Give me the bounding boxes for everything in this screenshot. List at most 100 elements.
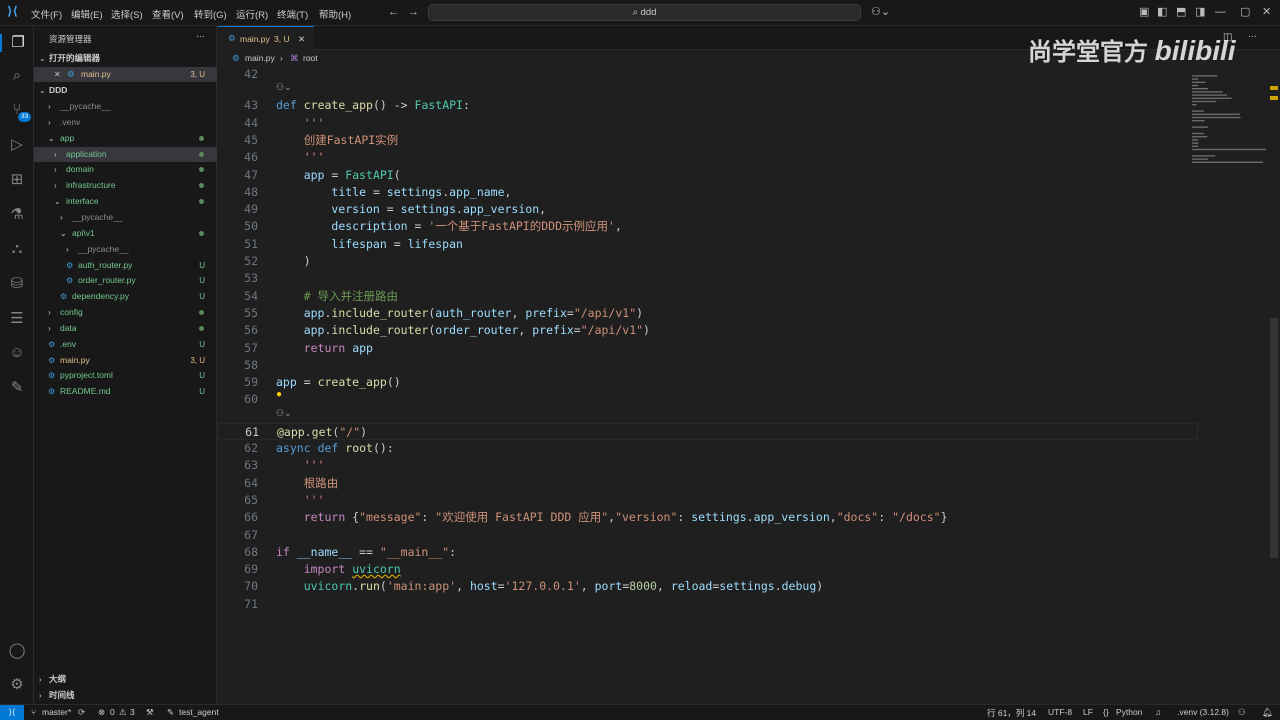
code-line[interactable]: 44 ''' bbox=[218, 115, 1198, 132]
file-item[interactable]: ⚙ order_router.py U bbox=[34, 273, 217, 288]
copilot-icon[interactable]: ⚇⌄ bbox=[871, 6, 890, 18]
code-line[interactable]: 66 return {"message": "欢迎使用 FastAPI DDD … bbox=[218, 509, 1198, 526]
code-line[interactable]: 46 ''' bbox=[218, 149, 1198, 166]
timeline-section[interactable]: › 时间线 bbox=[34, 688, 217, 703]
code-line[interactable]: 58 bbox=[218, 357, 1198, 374]
code-line[interactable]: 57 return app bbox=[218, 340, 1198, 357]
folder-item[interactable]: › __pycache__ bbox=[34, 242, 217, 257]
code-line[interactable]: 54 # 导入并注册路由 bbox=[218, 288, 1198, 305]
menu-run[interactable]: 运行(R) bbox=[236, 7, 268, 21]
minimap[interactable] bbox=[1188, 66, 1268, 206]
code-line[interactable]: 48 title = settings.app_name, bbox=[218, 184, 1198, 201]
code-line[interactable]: 53 bbox=[218, 270, 1198, 287]
agent-name[interactable]: test_agent bbox=[179, 707, 219, 717]
folder-item[interactable]: › application bbox=[34, 146, 217, 162]
code-line[interactable]: 62 async def root(): bbox=[218, 440, 1198, 457]
eol[interactable]: LF bbox=[1083, 707, 1093, 717]
code-line[interactable]: 69 import uvicorn bbox=[218, 561, 1198, 578]
open-editor-item[interactable]: ✕ ⚙ main.py 3, U bbox=[34, 67, 217, 82]
folder-item[interactable]: ⌄ interface bbox=[34, 194, 217, 209]
more-actions-icon[interactable]: ⋯ bbox=[196, 31, 205, 42]
forward-arrow-icon[interactable]: → bbox=[408, 6, 419, 18]
code-line[interactable]: 63 ''' bbox=[218, 457, 1198, 474]
code-line[interactable]: 71 bbox=[218, 596, 1198, 613]
settings-gear-icon[interactable]: ⚙ bbox=[0, 676, 34, 694]
sync-icon[interactable]: ⟳ bbox=[78, 707, 85, 718]
menu-file[interactable]: 文件(F) bbox=[31, 7, 62, 21]
folder-item[interactable]: › __pycache__ bbox=[34, 210, 217, 225]
notifications-icon[interactable]: 🔔︎ bbox=[1262, 707, 1273, 718]
code-line[interactable]: 45 创建FastAPI实例 bbox=[218, 132, 1198, 149]
file-item[interactable]: ⚙ dependency.py U bbox=[34, 289, 217, 304]
breadcrumb-file[interactable]: main.py bbox=[245, 50, 275, 66]
close-icon[interactable]: ✕ bbox=[298, 34, 305, 45]
cursor-position[interactable]: 行 61，列 14 bbox=[987, 707, 1036, 719]
file-item[interactable]: ⚙ .env U bbox=[34, 337, 217, 352]
copilot-lens-icon[interactable]: ⚇⌄ bbox=[276, 82, 292, 93]
testing-icon[interactable]: ⚗ bbox=[0, 206, 34, 224]
folder-item[interactable]: › __pycache__ bbox=[34, 99, 217, 114]
toggle-secondary-sidebar-icon[interactable]: ◨ bbox=[1195, 6, 1205, 18]
maximize-icon[interactable]: ▢ bbox=[1240, 6, 1250, 18]
folder-item[interactable]: ⌄ app bbox=[34, 131, 217, 146]
run-debug-icon[interactable]: ▷ bbox=[0, 136, 34, 154]
encoding[interactable]: UTF-8 bbox=[1048, 707, 1072, 717]
search-view-icon[interactable]: ⌕ bbox=[0, 67, 34, 85]
python-icon[interactable]: ✎ bbox=[0, 379, 34, 397]
code-line[interactable]: 52 ) bbox=[218, 253, 1198, 270]
code-line[interactable]: 61 @app.get("/") bbox=[218, 422, 1198, 440]
code-line[interactable]: 70 uvicorn.run('main:app', host='127.0.0… bbox=[218, 578, 1198, 595]
toggle-sidebar-icon[interactable]: ◧ bbox=[1157, 6, 1167, 18]
layout-icon[interactable]: ▣ bbox=[1139, 6, 1149, 18]
back-arrow-icon[interactable]: ← bbox=[388, 6, 399, 18]
code-line[interactable]: 65 ''' bbox=[218, 492, 1198, 509]
tab-main-py[interactable]: ⚙ main.py 3, U ✕ bbox=[218, 26, 314, 50]
folder-item[interactable]: › .venv bbox=[34, 115, 217, 130]
toggle-panel-icon[interactable]: ⬒ bbox=[1176, 6, 1186, 18]
file-item[interactable]: ⚙ main.py 3, U bbox=[34, 353, 217, 368]
copilot-lens-icon[interactable]: ⚇⌄ bbox=[276, 408, 292, 419]
scrollbar[interactable] bbox=[1270, 318, 1278, 558]
workspace-root[interactable]: ⌄ DDD bbox=[34, 83, 217, 98]
warning-count[interactable]: 3 bbox=[130, 707, 135, 717]
code-line[interactable]: 50 description = '一个基于FastAPI的DDD示例应用', bbox=[218, 218, 1198, 235]
extensions-icon[interactable]: ⊞ bbox=[0, 171, 34, 189]
remote-indicator[interactable]: ⟩⟨ bbox=[0, 705, 24, 720]
file-item[interactable]: ⚙ README.md U bbox=[34, 384, 217, 399]
code-line[interactable]: 60 bbox=[218, 391, 1198, 408]
code-line[interactable]: 67 bbox=[218, 527, 1198, 544]
menu-select[interactable]: 选择(S) bbox=[111, 7, 143, 21]
code-line[interactable]: 42 bbox=[218, 66, 1198, 83]
folder-item[interactable]: ⌄ api\v1 bbox=[34, 226, 217, 241]
command-center-search[interactable]: ⌕ ddd bbox=[428, 4, 861, 21]
folder-item[interactable]: › config bbox=[34, 305, 217, 320]
code-line[interactable]: 49 version = settings.app_version, bbox=[218, 201, 1198, 218]
folder-item[interactable]: › domain bbox=[34, 162, 217, 177]
code-line[interactable]: 68 if __name__ == "__main__": bbox=[218, 544, 1198, 561]
close-icon[interactable]: ✕ bbox=[54, 67, 61, 82]
code-line[interactable]: 43 def create_app() -> FastAPI: bbox=[218, 97, 1198, 114]
robot-icon[interactable]: ☺ bbox=[0, 344, 34, 362]
bell-icon[interactable]: ♫ bbox=[1155, 707, 1161, 717]
account-icon[interactable]: ◯ bbox=[0, 642, 34, 660]
menu-terminal[interactable]: 终端(T) bbox=[277, 7, 308, 21]
file-item[interactable]: ⚙ pyproject.toml U bbox=[34, 368, 217, 383]
error-count[interactable]: 0 bbox=[110, 707, 115, 717]
tools-icon[interactable]: ⚒ bbox=[146, 707, 154, 718]
code-line[interactable]: 59 app = create_app() bbox=[218, 374, 1198, 391]
breadcrumb-symbol[interactable]: root bbox=[303, 50, 318, 66]
layers-icon[interactable]: ☰ bbox=[0, 310, 34, 328]
python-env[interactable]: .venv (3.12.8) bbox=[1177, 707, 1229, 717]
remote-explorer-icon[interactable]: ⛬ bbox=[0, 240, 34, 258]
code-line[interactable]: 55 app.include_router(auth_router, prefi… bbox=[218, 305, 1198, 322]
code-line[interactable]: 51 lifespan = lifespan bbox=[218, 236, 1198, 253]
explorer-icon[interactable]: ❐ bbox=[0, 34, 34, 52]
branch-name[interactable]: master* bbox=[42, 707, 71, 717]
folder-item[interactable]: › infrastructure bbox=[34, 178, 217, 193]
close-window-icon[interactable]: ✕ bbox=[1262, 6, 1271, 18]
lightbulb-icon[interactable]: ● bbox=[276, 389, 282, 400]
language-mode[interactable]: Python bbox=[1116, 707, 1142, 717]
database-icon[interactable]: ⛁ bbox=[0, 275, 34, 293]
minimize-icon[interactable]: — bbox=[1215, 6, 1226, 18]
menu-help[interactable]: 帮助(H) bbox=[319, 7, 351, 21]
